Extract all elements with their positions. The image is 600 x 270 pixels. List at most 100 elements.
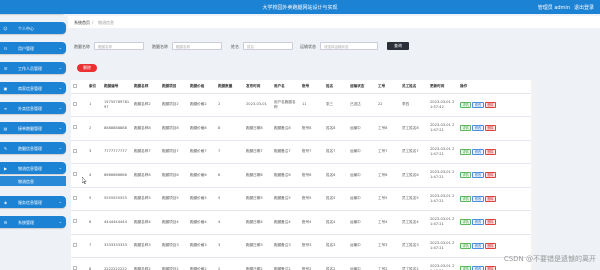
row-checkbox-cell[interactable] <box>71 93 87 117</box>
table-cell: 工号7 <box>376 140 400 164</box>
edit-button[interactable]: 修改 <box>472 101 484 108</box>
sidebar-item-label: 物流信息管理 <box>18 165 42 171</box>
search-button[interactable]: 查询 <box>387 42 409 50</box>
sidebar-item[interactable]: ☺ 个人中心 <box>0 22 66 34</box>
delete-button[interactable]: 删除 <box>484 266 497 270</box>
table-cell: 1 <box>87 93 102 117</box>
table-row: 2 8888888888 跑腿名称8 跑腿项目8 跑腿价格8 8 跑腿日期8 跑腿备注8 账号8… <box>71 116 531 141</box>
detail-button[interactable]: 详情 <box>460 101 472 108</box>
staff-icon: ☰ <box>3 65 8 71</box>
bulk-delete-button[interactable]: 删除 <box>77 64 97 72</box>
sidebar-item[interactable]: ◈ 服务信息管理 ⌄ <box>0 196 66 208</box>
delete-button[interactable]: 删除 <box>484 219 497 226</box>
table-cell: 跑腿项目7 <box>160 140 188 164</box>
search-input-2[interactable]: 跑腿名称 <box>172 42 222 50</box>
table-cell: 已送达 <box>348 93 376 117</box>
delete-button[interactable]: 删除 <box>484 125 497 132</box>
row-checkbox[interactable] <box>73 101 77 106</box>
service-icon: ◈ <box>3 199 8 205</box>
table-cell: 4 <box>216 210 244 235</box>
table-row: 1 1575578978197 跑腿名称2 跑腿项目2 跑腿价格2 2 2023-03-01… <box>71 93 531 117</box>
table-cell: 5 <box>216 187 244 211</box>
table-cell: 员工姓名8 <box>400 116 428 141</box>
table-cell: 2023-03-01 21:47:21 <box>428 187 458 211</box>
order-icon: ▤ <box>3 125 8 131</box>
table-row: 6 4444444444 跑腿名称4 跑腿项目4 跑腿价格4 4 跑腿日期4 跑腿备注4 账号4… <box>71 210 531 235</box>
sidebar-item[interactable]: ✎ 跑腿信息管理 ⌄ <box>0 142 66 154</box>
table-row: 8 2222222222 跑腿名称2 跑腿项目2 跑腿价格2 2 跑腿日期2 跑腿备注2 账号2… <box>71 257 531 270</box>
table-cell: 跑腿备注6 <box>272 163 300 188</box>
row-checkbox-cell[interactable] <box>71 116 87 141</box>
sidebar-item[interactable]: ☰ 工作人员管理 ⌄ <box>0 62 66 74</box>
delete-button[interactable]: 删除 <box>484 101 497 108</box>
row-checkbox[interactable] <box>73 219 77 224</box>
row-checkbox[interactable] <box>73 125 77 130</box>
row-checkbox-cell[interactable] <box>71 234 87 258</box>
column-header: 运输状态 <box>348 80 376 94</box>
row-checkbox-cell[interactable] <box>71 187 87 211</box>
app-title: 大学校园外卖跑腿网站设计与实现 <box>262 5 338 11</box>
row-checkbox[interactable] <box>73 195 77 200</box>
delete-button[interactable]: 删除 <box>484 172 497 179</box>
column-header: 跑腿项目 <box>160 80 188 94</box>
sidebar-item[interactable]: ▤ 接单跑腿管理 ⌄ <box>0 122 66 134</box>
row-actions: 详情 修改 删除 <box>458 210 531 235</box>
edit-button[interactable]: 修改 <box>472 242 484 249</box>
detail-button[interactable]: 详情 <box>460 148 472 155</box>
search-label-2: 跑腿名称 <box>152 44 168 49</box>
edit-button[interactable]: 修改 <box>472 148 484 155</box>
detail-button[interactable]: 详情 <box>460 195 472 202</box>
search-input-1[interactable]: 跑腿名称 <box>94 42 144 50</box>
sidebar-subitem-active[interactable]: 物流信息 <box>0 176 66 186</box>
sidebar-item-label: 工作人员管理 <box>18 65 42 71</box>
edit-button[interactable]: 修改 <box>472 219 484 226</box>
edit-button[interactable]: 修改 <box>472 195 484 202</box>
row-checkbox-cell[interactable] <box>71 257 87 270</box>
row-actions: 详情 修改 删除 <box>458 116 531 141</box>
sidebar-item[interactable]: ☷ 用户管理 ⌄ <box>0 42 66 54</box>
table-cell: 跑腿项目5 <box>160 187 188 211</box>
table-cell: 22 <box>376 93 400 117</box>
edit-button[interactable]: 修改 <box>472 125 484 132</box>
table-cell: 2023-03-01 21:47:21 <box>428 257 458 270</box>
logout-link[interactable]: 退出登录 <box>574 4 594 11</box>
table-cell: 账号4 <box>300 210 324 235</box>
sidebar-item[interactable]: ⚙ 系统管理 ⌄ <box>0 216 66 228</box>
column-header: 更新时间 <box>428 80 458 94</box>
table-cell: 运输中 <box>348 210 376 235</box>
table-cell: 工号6 <box>376 163 400 188</box>
detail-button[interactable]: 详情 <box>460 242 472 249</box>
detail-button[interactable]: 详情 <box>460 266 472 270</box>
delete-button[interactable]: 删除 <box>484 242 497 249</box>
table-cell: 运输中 <box>348 257 376 270</box>
select-all-checkbox[interactable] <box>73 83 77 88</box>
table-cell: 跑腿价格2 <box>188 93 216 117</box>
delete-button[interactable]: 删除 <box>484 195 497 202</box>
column-header[interactable] <box>71 80 87 94</box>
sidebar-item[interactable]: ≡ 外卖信息管理 ⌄ <box>0 102 66 114</box>
breadcrumb-home[interactable]: 系统首页 <box>74 20 90 26</box>
row-checkbox-cell[interactable] <box>71 210 87 235</box>
status-select[interactable]: 请选择运输状态 <box>320 42 378 50</box>
detail-button[interactable]: 详情 <box>460 219 472 226</box>
delete-button[interactable]: 删除 <box>484 148 497 155</box>
table-cell: 7777777777 <box>102 140 132 164</box>
row-checkbox[interactable] <box>73 172 77 177</box>
row-checkbox[interactable] <box>73 242 77 247</box>
table-cell: 跑腿日期5 <box>244 187 272 211</box>
table-cell: 跑腿项目2 <box>160 257 188 270</box>
sidebar-item[interactable]: ▣ 商家信息管理 ⌄ <box>0 82 66 94</box>
edit-button[interactable]: 修改 <box>472 172 484 179</box>
row-checkbox[interactable] <box>73 148 77 153</box>
sidebar-item[interactable]: ▶ 物流信息管理 ⌄ <box>0 162 66 174</box>
table-cell: 2 <box>87 116 102 141</box>
detail-button[interactable]: 详情 <box>460 172 472 179</box>
edit-button[interactable]: 修改 <box>472 266 484 270</box>
table-cell: 用户名跑腿名称 <box>272 93 300 117</box>
table-cell: 账号3 <box>300 234 324 258</box>
row-checkbox[interactable] <box>73 266 77 270</box>
detail-button[interactable]: 详情 <box>460 125 472 132</box>
row-checkbox-cell[interactable] <box>71 140 87 164</box>
table-scrollbar[interactable] <box>531 80 535 270</box>
search-input-name[interactable]: 姓名 <box>243 42 293 50</box>
